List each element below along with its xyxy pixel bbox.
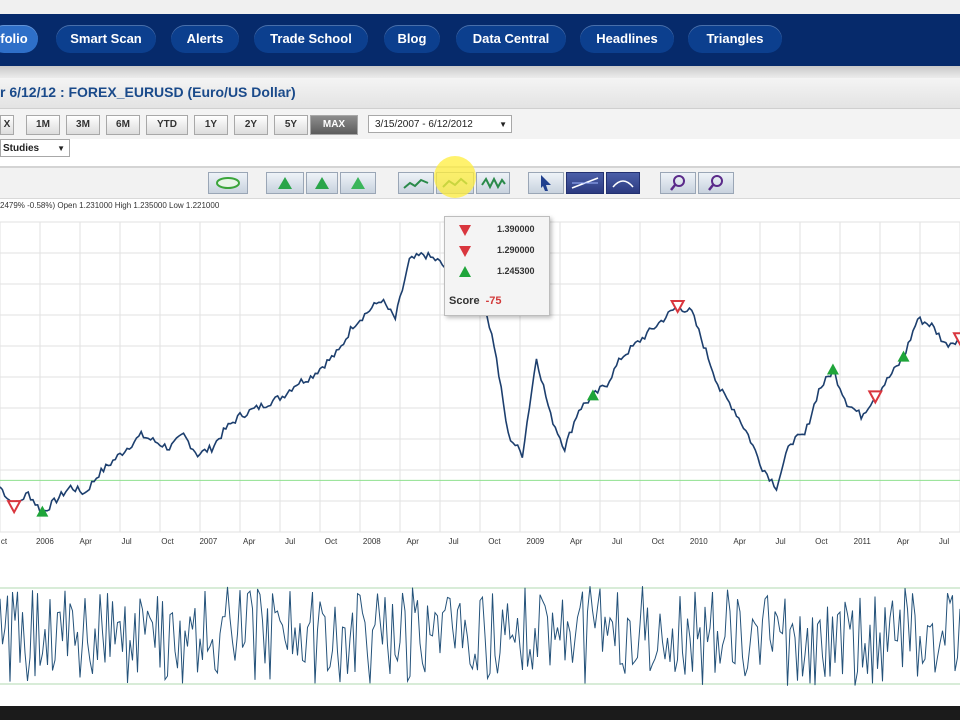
- popup-row-value: 1.245300: [497, 266, 535, 276]
- triangle-up-alt-icon: [351, 177, 365, 189]
- x-tick-label: Apr: [733, 537, 746, 546]
- buy-signal-marker[interactable]: [897, 350, 910, 362]
- range-button-ytd[interactable]: YTD: [146, 115, 188, 135]
- nav-trade-school[interactable]: Trade School: [254, 25, 368, 53]
- popup-row-value: 1.290000: [497, 245, 535, 255]
- speech-bubble-icon: [216, 177, 240, 189]
- x-tick-label: Jul: [448, 537, 458, 546]
- speech-bubble-tool[interactable]: [208, 172, 248, 194]
- page-title: r 6/12/12 : FOREX_EURUSD (Euro/US Dollar…: [0, 84, 296, 100]
- ohlc-info: 2479% -0.58%) Open 1.231000 High 1.23500…: [0, 201, 220, 210]
- nav-blog[interactable]: Blog: [384, 25, 440, 53]
- x-tick-label: Apr: [243, 537, 256, 546]
- buy-signal-icon: [459, 266, 471, 277]
- x-tick-label: Apr: [570, 537, 583, 546]
- pointer-tool[interactable]: [528, 172, 564, 194]
- trendline-icon: [571, 177, 599, 189]
- main-nav: folio Smart Scan Alerts Trade School Blo…: [0, 14, 960, 68]
- x-tick-label: Oct: [815, 537, 828, 546]
- range-button-partial[interactable]: X: [0, 115, 14, 135]
- sub-band: [0, 66, 960, 78]
- date-range-select[interactable]: 3/15/2007 - 6/12/2012 ▼: [368, 115, 512, 133]
- popup-row-value: 1.390000: [497, 224, 535, 234]
- x-tick-label: 2008: [363, 537, 381, 546]
- x-tick-label: Apr: [406, 537, 419, 546]
- chevron-down-icon: ▼: [57, 144, 65, 153]
- zoom-in-tool[interactable]: [660, 172, 696, 194]
- triangle-up-tool[interactable]: [306, 172, 338, 194]
- popup-row: 1.390000: [445, 221, 549, 239]
- title-bar: r 6/12/12 : FOREX_EURUSD (Euro/US Dollar…: [0, 78, 960, 109]
- x-tick-label: Oct: [325, 537, 338, 546]
- wave-chart-icon: [481, 176, 506, 190]
- chevron-down-icon: ▼: [499, 120, 507, 129]
- browser-strip: [0, 0, 960, 14]
- x-tick-label: 2007: [199, 537, 217, 546]
- trendline-tool[interactable]: [566, 172, 604, 194]
- x-tick-label: Oct: [652, 537, 665, 546]
- line-chart-icon: [403, 178, 429, 189]
- score-label: Score: [449, 295, 480, 307]
- triangle-up-alt-tool[interactable]: [340, 172, 376, 194]
- x-tick-label: Apr: [80, 537, 93, 546]
- trend-chart-tool[interactable]: [398, 172, 434, 194]
- popup-row: 1.290000: [445, 242, 549, 260]
- nav-triangles[interactable]: Triangles: [688, 25, 782, 53]
- sell-signal-icon: [459, 246, 471, 257]
- popup-row: 1.245300: [445, 263, 549, 281]
- magnifier-minus-icon: [708, 175, 723, 191]
- triangle-up-icon: [315, 177, 329, 189]
- studies-label: Studies: [3, 143, 40, 154]
- range-button-1y[interactable]: 1Y: [194, 115, 228, 135]
- x-tick-label: Apr: [897, 537, 910, 546]
- x-tick-label: Oct: [161, 537, 174, 546]
- wave-chart-tool[interactable]: [476, 172, 510, 194]
- score: Score -75: [449, 295, 501, 307]
- bottom-bar: [0, 706, 960, 720]
- channel-tool[interactable]: [606, 172, 640, 194]
- sell-signal-marker[interactable]: [867, 390, 883, 405]
- buy-signal-marker[interactable]: [826, 363, 839, 375]
- nav-portfolio[interactable]: folio: [0, 25, 38, 53]
- x-tick-label: Jul: [612, 537, 622, 546]
- x-tick-label: 2011: [854, 537, 872, 546]
- range-button-1m[interactable]: 1M: [26, 115, 60, 135]
- range-button-3m[interactable]: 3M: [66, 115, 100, 135]
- x-tick-label: 2010: [690, 537, 708, 546]
- score-value: -75: [485, 295, 502, 307]
- zoom-out-tool[interactable]: [698, 172, 734, 194]
- x-tick-label: ct: [1, 537, 8, 546]
- range-button-2y[interactable]: 2Y: [234, 115, 268, 135]
- cursor-arrow-icon: [541, 175, 551, 191]
- sell-signal-icon: [459, 225, 471, 236]
- oscillator-chart[interactable]: [0, 566, 960, 706]
- x-tick-label: Jul: [939, 537, 949, 546]
- x-tick-label: Jul: [285, 537, 295, 546]
- range-button-max[interactable]: MAX: [310, 115, 358, 135]
- cursor-highlight: [434, 156, 476, 198]
- range-button-5y[interactable]: 5Y: [274, 115, 308, 135]
- signal-popup: 1.390000 1.290000 1.245300 Score -75: [444, 216, 550, 316]
- nav-headlines[interactable]: Headlines: [580, 25, 674, 53]
- range-button-6m[interactable]: 6M: [106, 115, 140, 135]
- x-tick-label: Jul: [775, 537, 785, 546]
- x-tick-label: Oct: [488, 537, 501, 546]
- nav-data-central[interactable]: Data Central: [456, 25, 566, 53]
- magnifier-plus-icon: [670, 175, 685, 191]
- sell-signal-marker[interactable]: [6, 500, 22, 515]
- buy-signal-tool[interactable]: [266, 172, 304, 194]
- buy-signal-marker[interactable]: [586, 389, 599, 401]
- studies-select[interactable]: Studies ▼: [0, 139, 70, 157]
- x-tick-label: Jul: [121, 537, 131, 546]
- x-tick-label: 2006: [36, 537, 54, 546]
- nav-alerts[interactable]: Alerts: [171, 25, 239, 53]
- buy-signal-icon: [278, 177, 292, 189]
- channel-icon: [612, 180, 634, 188]
- x-tick-label: 2009: [526, 537, 544, 546]
- nav-smart-scan[interactable]: Smart Scan: [56, 25, 156, 53]
- date-range-value: 3/15/2007 - 6/12/2012: [375, 119, 473, 130]
